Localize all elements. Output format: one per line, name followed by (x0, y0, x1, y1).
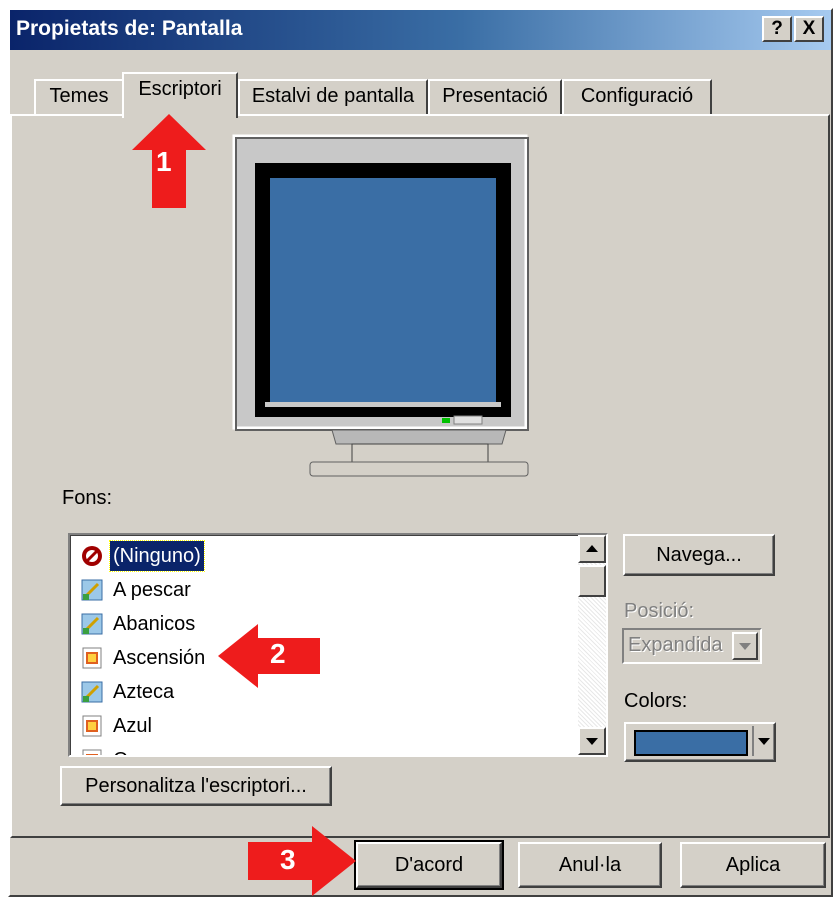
window-title: Propietats de: Pantalla (16, 17, 243, 40)
browse-button[interactable]: Navega... (623, 534, 775, 576)
tab-escriptori[interactable]: Escriptori (122, 72, 238, 118)
close-button[interactable]: X (794, 16, 824, 42)
customize-desktop-button[interactable]: Personalitza l'escriptori... (60, 766, 332, 806)
list-scrollbar[interactable] (578, 535, 606, 755)
scroll-thumb[interactable] (578, 565, 606, 597)
scroll-up-button[interactable] (578, 535, 606, 563)
annotation-arrow-1: 1 (128, 114, 210, 216)
annotation-arrow-3: 3 (248, 826, 358, 902)
color-swatch (634, 730, 748, 756)
position-select: Expandida (622, 628, 762, 664)
position-dropdown-button (732, 632, 758, 660)
html-file-icon (82, 749, 102, 755)
colors-label: Colors: (624, 690, 688, 712)
position-label: Posició: (624, 600, 695, 622)
tab-presentacio[interactable]: Presentació (428, 79, 562, 115)
none-icon (82, 546, 102, 566)
help-button[interactable]: ? (762, 16, 792, 42)
arrow-up-icon (586, 545, 598, 552)
tab-configuracio[interactable]: Configuració (562, 79, 712, 115)
ok-button[interactable]: D'acord (354, 840, 504, 890)
html-file-icon (82, 715, 102, 737)
image-file-icon (81, 681, 103, 703)
scroll-down-button[interactable] (578, 727, 606, 755)
tab-temes[interactable]: Temes (34, 79, 124, 115)
chevron-down-icon (758, 738, 770, 745)
color-picker-button[interactable] (624, 722, 776, 762)
background-list[interactable]: (Ninguno) A pescar Abanicos Ascensión Az… (68, 533, 608, 757)
apply-button[interactable]: Aplica (680, 842, 826, 888)
image-file-icon (81, 613, 103, 635)
arrow-down-icon (586, 738, 598, 745)
title-bar: Propietats de: Pantalla ? X (10, 10, 831, 50)
chevron-down-icon (739, 643, 751, 650)
monitor-preview-icon (232, 134, 529, 477)
annotation-arrow-2: 2 (218, 624, 322, 694)
image-file-icon (81, 579, 103, 601)
tab-estalvi[interactable]: Estalvi de pantalla (238, 79, 428, 115)
html-file-icon (82, 647, 102, 669)
preview-screen (270, 178, 496, 402)
background-label: Fons: (62, 487, 113, 509)
cancel-button[interactable]: Anul·la (518, 842, 662, 888)
